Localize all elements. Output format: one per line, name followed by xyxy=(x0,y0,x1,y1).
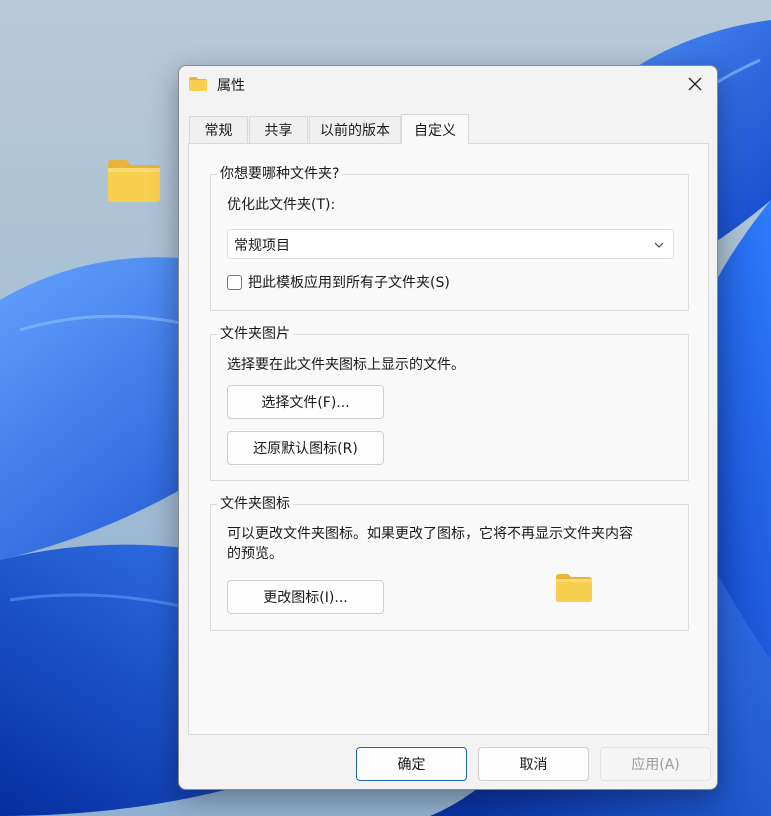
close-icon xyxy=(688,77,702,91)
folder-picture-description: 选择要在此文件夹图标上显示的文件。 xyxy=(227,357,465,373)
folder-icon-legend: 文件夹图标 xyxy=(217,495,293,513)
folder-type-group: 你想要哪种文件夹? 优化此文件夹(T): 常规项目 把此模板应用到所有子文件夹(… xyxy=(210,165,689,311)
tab-sharing[interactable]: 共享 xyxy=(249,116,308,143)
folder-preview-icon xyxy=(555,573,593,603)
choose-file-button[interactable]: 选择文件(F)... xyxy=(227,385,384,419)
folder-type-legend: 你想要哪种文件夹? xyxy=(217,165,343,183)
optimize-dropdown[interactable]: 常规项目 xyxy=(227,229,674,259)
folder-picture-group: 文件夹图片 选择要在此文件夹图标上显示的文件。 选择文件(F)... 还原默认图… xyxy=(210,325,689,481)
apply-subfolders-label[interactable]: 把此模板应用到所有子文件夹(S) xyxy=(248,273,450,293)
desktop-folder-icon[interactable] xyxy=(106,158,162,204)
folder-icon-description-line2: 的预览。 xyxy=(227,546,283,562)
cancel-button[interactable]: 取消 xyxy=(478,747,589,781)
chevron-down-icon xyxy=(654,242,664,248)
optimize-label: 优化此文件夹(T): xyxy=(227,197,336,213)
apply-subfolders-checkbox[interactable] xyxy=(227,275,242,290)
dialog-footer: 确定 取消 应用(A) xyxy=(179,736,717,789)
folder-icon-description-line1: 可以更改文件夹图标。如果更改了图标，它将不再显示文件夹内容 xyxy=(227,526,633,542)
window-title: 属性 xyxy=(217,78,245,94)
tab-customize[interactable]: 自定义 xyxy=(401,114,469,144)
close-button[interactable] xyxy=(673,66,717,102)
ok-button[interactable]: 确定 xyxy=(356,747,467,781)
restore-default-button[interactable]: 还原默认图标(R) xyxy=(227,431,384,465)
folder-icon xyxy=(188,76,208,92)
folder-picture-legend: 文件夹图片 xyxy=(217,325,293,343)
customize-panel: 你想要哪种文件夹? 优化此文件夹(T): 常规项目 把此模板应用到所有子文件夹(… xyxy=(188,143,709,735)
properties-dialog: 属性 常规 共享 以前的版本 自定义 你想要哪种文件夹? 优化此文件夹(T): … xyxy=(178,65,718,790)
optimize-dropdown-value: 常规项目 xyxy=(234,238,290,254)
change-icon-button[interactable]: 更改图标(I)... xyxy=(227,580,384,614)
folder-icon-group: 文件夹图标 可以更改文件夹图标。如果更改了图标，它将不再显示文件夹内容 的预览。… xyxy=(210,495,689,631)
tab-previous-versions[interactable]: 以前的版本 xyxy=(309,116,401,143)
tab-general[interactable]: 常规 xyxy=(189,116,248,143)
apply-button[interactable]: 应用(A) xyxy=(600,747,711,781)
title-bar: 属性 xyxy=(179,66,717,104)
